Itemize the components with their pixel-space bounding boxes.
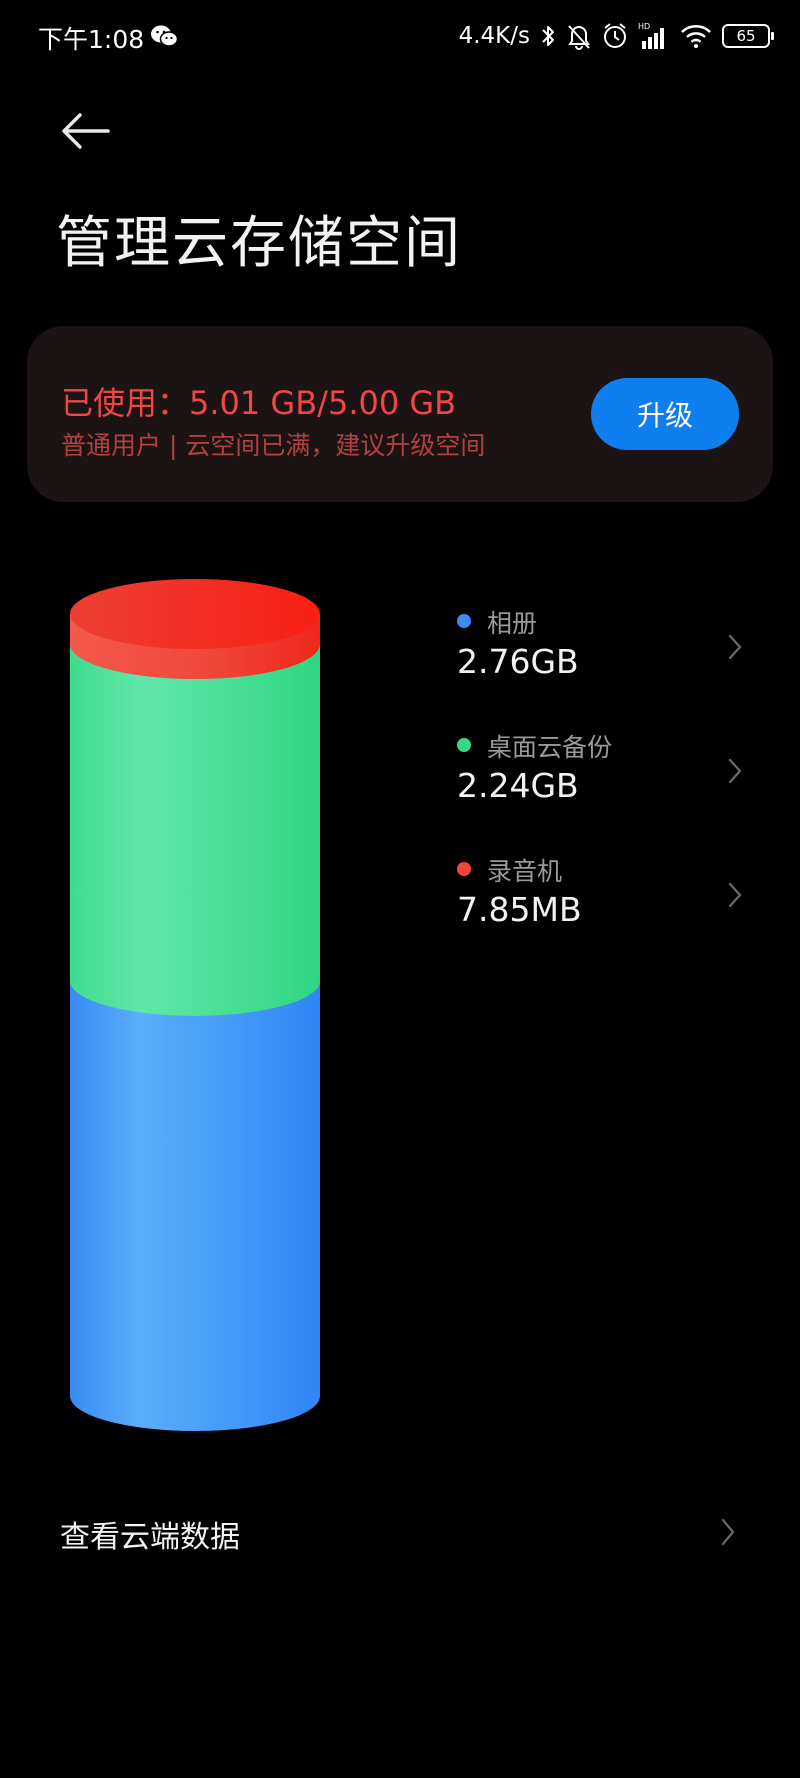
usage-card: 已使用：5.01 GB/5.00 GB 普通用户 | 云空间已满，建议升级空间 … (27, 326, 773, 502)
cylinder-top-cap (70, 579, 320, 649)
legend-item-desktop-backup[interactable]: 桌面云备份 2.24GB (455, 724, 745, 848)
legend-name: 相册 (487, 609, 538, 638)
storage-cylinder-chart (70, 579, 320, 1431)
bell-muted-icon (568, 25, 590, 50)
network-speed: 4.4K/s (458, 23, 530, 49)
cellular-signal-icon: HD (638, 22, 664, 49)
back-arrow-icon[interactable] (58, 108, 114, 154)
alarm-icon (604, 23, 626, 48)
legend-name: 桌面云备份 (487, 733, 613, 762)
upgrade-button[interactable]: 升级 (591, 378, 739, 450)
usage-warning: 普通用户 | 云空间已满，建议升级空间 (61, 431, 486, 460)
view-cloud-data-label: 查看云端数据 (60, 1520, 240, 1555)
bluetooth-icon (542, 26, 554, 46)
chevron-right-icon (721, 1518, 735, 1546)
chevron-right-icon (728, 634, 742, 660)
page-title: 管理云存储空间 (56, 211, 462, 276)
legend-name: 录音机 (487, 857, 563, 886)
svg-text:HD: HD (638, 22, 650, 31)
legend-dot (457, 738, 471, 752)
view-cloud-data-row[interactable]: 查看云端数据 (0, 1490, 800, 1576)
battery-icon: 65 (722, 24, 774, 48)
status-time: 下午1:08 (38, 25, 145, 54)
battery-level: 65 (736, 27, 756, 45)
legend-size: 7.85MB (457, 890, 582, 929)
usage-amount: 已使用：5.01 GB/5.00 GB (61, 384, 457, 422)
legend-size: 2.76GB (457, 642, 579, 681)
cylinder-segment-desktop-backup (70, 644, 320, 1016)
status-bar: 下午1:08 4.4K/s HD 65 (0, 0, 800, 72)
legend-dot (457, 614, 471, 628)
chevron-right-icon (728, 758, 742, 784)
legend-item-recorder[interactable]: 录音机 7.85MB (455, 848, 745, 972)
chevron-right-icon (728, 882, 742, 908)
legend-item-photos[interactable]: 相册 2.76GB (455, 600, 745, 724)
cylinder-segment-photos (70, 980, 320, 1431)
wechat-icon (151, 25, 178, 47)
wifi-icon (681, 25, 711, 48)
legend-dot (457, 862, 471, 876)
legend-size: 2.24GB (457, 766, 579, 805)
storage-legend: 相册 2.76GB 桌面云备份 2.24GB 录音机 7.85MB (455, 600, 745, 972)
